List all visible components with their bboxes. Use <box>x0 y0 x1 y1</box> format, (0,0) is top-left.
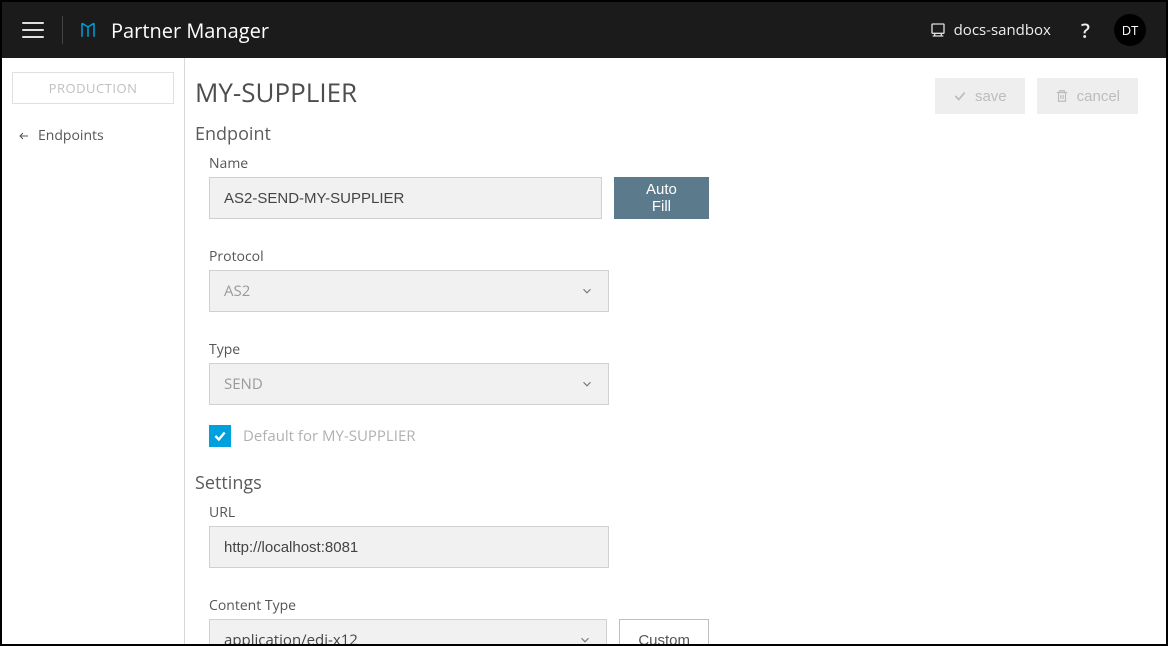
type-value: SEND <box>224 374 263 394</box>
name-field: Name Auto Fill <box>209 154 709 219</box>
chevron-down-icon <box>580 284 594 298</box>
save-button[interactable]: save <box>935 78 1025 114</box>
content-type-select[interactable]: application/edi-x12 <box>209 619 607 644</box>
sidebar: PRODUCTION Endpoints <box>2 58 185 644</box>
protocol-select[interactable]: AS2 <box>209 270 609 312</box>
protocol-field: Protocol AS2 <box>209 247 709 312</box>
default-checkbox-label: Default for MY-SUPPLIER <box>243 426 416 446</box>
cancel-button[interactable]: cancel <box>1037 78 1138 114</box>
chevron-down-icon <box>580 377 594 391</box>
hamburger-menu-icon[interactable] <box>22 19 44 41</box>
production-badge[interactable]: PRODUCTION <box>12 72 174 104</box>
default-checkbox[interactable] <box>209 425 231 447</box>
check-icon <box>213 429 227 443</box>
autofill-button[interactable]: Auto Fill <box>614 177 709 219</box>
save-label: save <box>975 88 1007 105</box>
body-area: PRODUCTION Endpoints save cancel <box>2 58 1166 644</box>
divider <box>62 16 63 44</box>
environment-label[interactable]: docs-sandbox <box>954 20 1051 40</box>
help-icon[interactable]: ? <box>1081 17 1090 44</box>
endpoint-section-heading: Endpoint <box>195 122 1146 146</box>
name-label: Name <box>209 154 709 173</box>
type-field: Type SEND <box>209 340 709 405</box>
back-link-label: Endpoints <box>38 126 104 145</box>
cancel-label: cancel <box>1077 88 1120 105</box>
main-content: save cancel MY-SUPPLIER Endpoint Name Au… <box>185 58 1166 644</box>
url-input[interactable] <box>209 526 609 568</box>
url-field: URL <box>209 503 709 568</box>
trash-icon <box>1055 89 1069 103</box>
check-icon <box>953 89 967 103</box>
arrow-left-icon <box>16 130 32 142</box>
chevron-down-icon <box>578 633 592 644</box>
protocol-value: AS2 <box>224 281 250 301</box>
back-to-endpoints-link[interactable]: Endpoints <box>12 124 174 147</box>
type-label: Type <box>209 340 709 359</box>
app-title: Partner Manager <box>111 17 269 44</box>
top-bar: Partner Manager docs-sandbox ? DT <box>2 2 1166 58</box>
default-checkbox-row: Default for MY-SUPPLIER <box>209 425 1146 447</box>
type-select[interactable]: SEND <box>209 363 609 405</box>
app-logo-icon <box>79 21 97 39</box>
name-input[interactable] <box>209 177 602 219</box>
protocol-label: Protocol <box>209 247 709 266</box>
avatar[interactable]: DT <box>1114 14 1146 46</box>
settings-section-heading: Settings <box>195 471 1146 495</box>
custom-button[interactable]: Custom <box>619 619 709 644</box>
content-type-label: Content Type <box>209 596 709 615</box>
action-buttons: save cancel <box>935 78 1138 114</box>
url-label: URL <box>209 503 709 522</box>
environment-icon <box>930 22 946 38</box>
content-type-value: application/edi-x12 <box>224 630 358 644</box>
content-type-field: Content Type application/edi-x12 Custom <box>209 596 709 644</box>
